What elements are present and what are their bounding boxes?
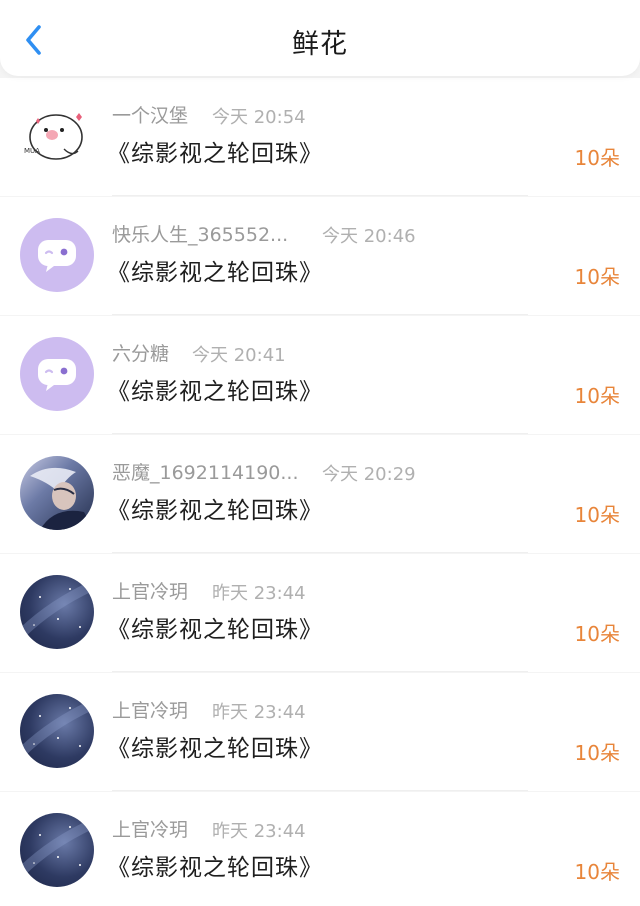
- list-item[interactable]: MUA 一个汉堡 今天 20:54 《综影视之轮回珠》 10朵: [0, 78, 640, 196]
- flower-record-list: MUA 一个汉堡 今天 20:54 《综影视之轮回珠》 10朵 快乐人生_365…: [0, 78, 640, 906]
- starry-sky-icon: [20, 580, 94, 639]
- flower-count: 10朵: [574, 146, 620, 170]
- page-title: 鲜花: [292, 29, 348, 60]
- book-title: 《综影视之轮回珠》: [107, 498, 323, 524]
- user-name: 快乐人生_365552...: [112, 224, 289, 246]
- flower-count: 10朵: [574, 503, 620, 527]
- avatar: [20, 575, 94, 649]
- list-item[interactable]: 上官冷玥 昨天 23:44 《综影视之轮回珠》 10朵: [0, 792, 640, 906]
- timestamp: 今天 20:41: [192, 345, 286, 366]
- anime-character-icon: [30, 467, 94, 530]
- flower-count: 10朵: [574, 622, 620, 646]
- svg-text:MUA: MUA: [24, 147, 40, 155]
- divider: [112, 314, 528, 315]
- list-item[interactable]: 快乐人生_365552... 今天 20:46 《综影视之轮回珠》 10朵: [0, 197, 640, 315]
- top-bar: 鲜花: [0, 0, 640, 76]
- timestamp: 昨天 23:44: [212, 821, 306, 842]
- timestamp: 今天 20:46: [322, 226, 416, 247]
- avatar: [20, 694, 94, 768]
- avatar: MUA: [20, 99, 94, 173]
- book-title: 《综影视之轮回珠》: [107, 260, 323, 286]
- user-name: 六分糖: [112, 343, 170, 365]
- starry-sky-icon: [20, 699, 94, 758]
- avatar: [20, 337, 94, 411]
- user-name: 上官冷玥: [112, 819, 189, 841]
- book-title: 《综影视之轮回珠》: [107, 379, 323, 405]
- timestamp: 昨天 23:44: [212, 702, 306, 723]
- flower-count: 10朵: [574, 265, 620, 289]
- cartoon-sticker-icon: MUA: [24, 113, 83, 160]
- divider: [112, 433, 528, 434]
- divider: [112, 552, 528, 553]
- user-name: 上官冷玥: [112, 700, 189, 722]
- list-item[interactable]: 上官冷玥 昨天 23:44 《综影视之轮回珠》 10朵: [0, 554, 640, 672]
- list-item[interactable]: 恶魔_1692114190... 今天 20:29 《综影视之轮回珠》 10朵: [0, 435, 640, 553]
- list-item[interactable]: 上官冷玥 昨天 23:44 《综影视之轮回珠》 10朵: [0, 673, 640, 791]
- book-title: 《综影视之轮回珠》: [107, 736, 323, 762]
- book-title: 《综影视之轮回珠》: [107, 141, 323, 167]
- divider: [112, 671, 528, 672]
- book-title: 《综影视之轮回珠》: [107, 617, 323, 643]
- chat-bubble-icon: [38, 359, 76, 391]
- timestamp: 今天 20:54: [212, 107, 306, 128]
- flower-count: 10朵: [574, 741, 620, 765]
- book-title: 《综影视之轮回珠》: [107, 855, 323, 881]
- divider: [112, 790, 528, 791]
- user-name: 一个汉堡: [112, 105, 189, 127]
- user-name: 上官冷玥: [112, 581, 189, 603]
- flower-count: 10朵: [574, 384, 620, 408]
- avatar: [20, 456, 94, 530]
- starry-sky-icon: [20, 818, 94, 877]
- list-item[interactable]: 六分糖 今天 20:41 《综影视之轮回珠》 10朵: [0, 316, 640, 434]
- flower-count: 10朵: [574, 860, 620, 884]
- timestamp: 今天 20:29: [322, 464, 416, 485]
- chat-bubble-icon: [38, 240, 76, 272]
- avatar: [20, 218, 94, 292]
- divider: [112, 195, 528, 196]
- avatar: [20, 813, 94, 887]
- timestamp: 昨天 23:44: [212, 583, 306, 604]
- user-name: 恶魔_1692114190...: [112, 462, 299, 484]
